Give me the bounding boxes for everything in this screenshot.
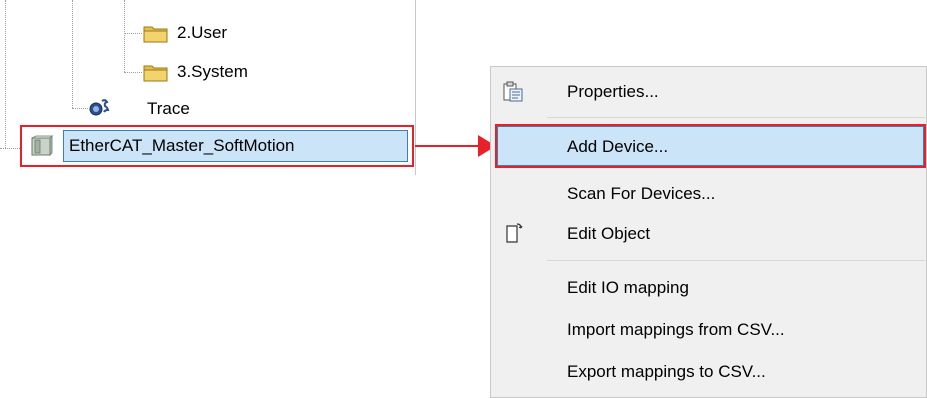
tree-line	[124, 72, 142, 73]
tree-item-label: EtherCAT_Master_SoftMotion	[69, 136, 295, 155]
menu-item-label: Edit Object	[567, 224, 651, 243]
tree-line	[124, 0, 125, 72]
menu-item-hover-frame	[497, 126, 924, 166]
menu-item-label: Import mappings from CSV...	[567, 320, 785, 339]
properties-icon	[503, 81, 523, 102]
tree-line	[72, 0, 73, 108]
menu-separator	[547, 260, 925, 261]
context-menu: Properties... Add Device... Scan For Dev…	[490, 66, 927, 398]
edit-object-icon	[506, 223, 523, 243]
tree-item-label: Trace	[147, 99, 190, 118]
annotation-arrow-line	[415, 145, 481, 147]
panel-divider	[415, 0, 416, 175]
menu-item-label: Properties...	[567, 82, 659, 101]
menu-item-import-mappings-csv[interactable]: Import mappings from CSV...	[491, 309, 927, 351]
tree-item-trace[interactable]: Trace	[88, 97, 208, 121]
folder-icon	[143, 26, 168, 43]
menu-item-add-device[interactable]: Add Device...	[495, 124, 926, 168]
tree-line	[0, 148, 22, 149]
menu-item-export-mappings-csv[interactable]: Export mappings to CSV...	[491, 351, 927, 393]
menu-item-label: Export mappings to CSV...	[567, 362, 766, 381]
trace-icon	[89, 99, 110, 116]
tree-line	[5, 0, 6, 148]
menu-item-edit-io-mapping[interactable]: Edit IO mapping	[491, 267, 927, 309]
menu-item-label: Edit IO mapping	[567, 278, 689, 297]
menu-item-scan-for-devices[interactable]: Scan For Devices...	[491, 173, 927, 215]
tree-item-label: 2.User	[177, 23, 228, 42]
menu-item-edit-object[interactable]: Edit Object	[491, 213, 927, 255]
ethercat-device-icon	[31, 135, 53, 156]
project-tree: 2.User 3.System Trace EtherCAT_Master_So…	[0, 0, 416, 180]
folder-icon	[143, 65, 168, 82]
menu-item-properties[interactable]: Properties...	[491, 71, 927, 113]
menu-item-label: Add Device...	[567, 137, 669, 156]
tree-item-label: 3.System	[177, 62, 248, 81]
menu-item-label: Scan For Devices...	[567, 184, 716, 203]
tree-line	[72, 108, 88, 109]
tree-item-user[interactable]: 2.User	[143, 22, 263, 46]
tree-item-system[interactable]: 3.System	[143, 61, 283, 85]
menu-separator	[547, 117, 925, 118]
tree-line	[124, 33, 142, 34]
tree-item-ethercat-master[interactable]: EtherCAT_Master_SoftMotion	[63, 130, 408, 162]
